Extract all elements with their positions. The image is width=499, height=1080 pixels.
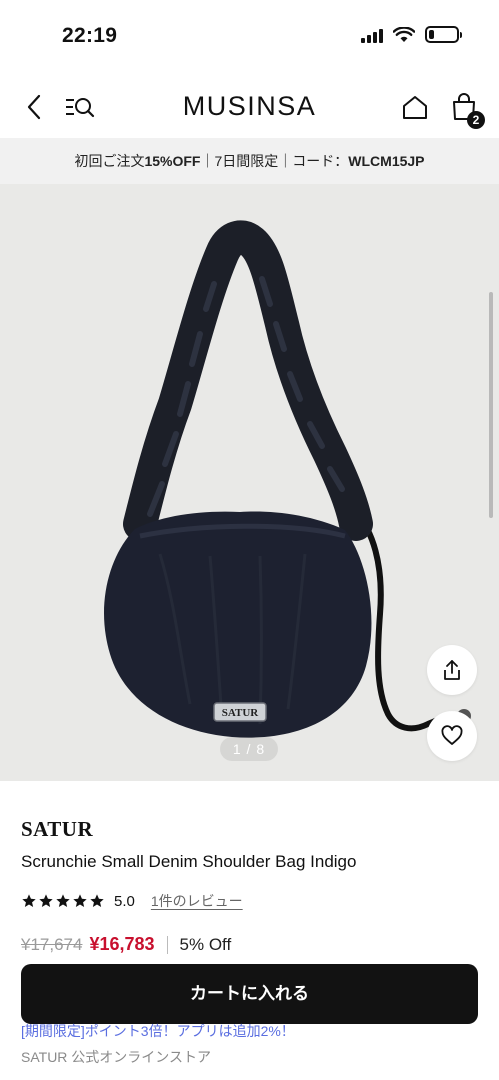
promo-banner[interactable]: 初回ご注文 15%OFF ｜7日間限定｜コード： WLCM15JP xyxy=(0,138,499,184)
add-to-cart-button[interactable]: カートに入れる xyxy=(21,964,478,1024)
status-icons xyxy=(361,26,462,43)
scrollbar[interactable] xyxy=(489,292,493,518)
star-icon xyxy=(22,894,36,907)
battery-icon xyxy=(425,26,462,43)
product-image-gallery[interactable]: SATUR 1 / 8 xyxy=(0,184,499,781)
home-icon xyxy=(403,96,427,119)
star-icon xyxy=(56,894,70,907)
star-icon xyxy=(73,894,87,907)
status-time: 22:19 xyxy=(62,24,118,47)
star-icon xyxy=(90,894,104,907)
original-price: ¥17,674 xyxy=(21,934,83,954)
promo-note-link[interactable]: [期間限定]ポイント3倍！アプリは追加2%！ xyxy=(21,1021,295,1041)
home-button[interactable] xyxy=(398,90,432,124)
app-header: MUSINSA 2 xyxy=(0,76,499,138)
sale-price: ¥16,783 xyxy=(89,934,155,954)
share-button[interactable] xyxy=(427,645,477,695)
promo-code: WLCM15JP xyxy=(348,153,425,169)
product-title: Scrunchie Small Denim Shoulder Bag Indig… xyxy=(21,852,357,871)
favorite-button[interactable] xyxy=(427,711,477,761)
promo-highlight: 15%OFF xyxy=(144,153,201,169)
cart-button[interactable]: 2 xyxy=(447,90,485,129)
status-bar: 22:19 xyxy=(0,0,499,76)
promo-text-part1: 初回ご注文 xyxy=(74,153,145,169)
promo-text-part2: ｜7日間限定｜コード： xyxy=(200,153,349,169)
review-link[interactable]: 1件のレビュー xyxy=(151,891,243,911)
brand-name[interactable]: SATUR xyxy=(21,817,93,842)
share-icon xyxy=(444,660,460,680)
star-icon xyxy=(39,894,53,907)
discount-rate: 5% Off xyxy=(179,934,232,954)
wifi-icon xyxy=(393,26,415,42)
bag-logo-plate-text: SATUR xyxy=(222,707,260,719)
rating-value: 5.0 xyxy=(114,892,135,910)
store-name[interactable]: SATUR 公式オンラインストア xyxy=(21,1047,211,1067)
product-photo: SATUR xyxy=(104,220,471,738)
price-row: ¥17,674 ¥16,783 5% Off xyxy=(21,934,231,955)
price-divider xyxy=(166,935,168,954)
heart-icon xyxy=(441,725,463,745)
rating-row: 5.0 1件のレビュー xyxy=(21,891,243,911)
cart-count-badge: 2 xyxy=(467,111,485,129)
cellular-signal-icon xyxy=(361,27,383,43)
rating-stars xyxy=(21,893,105,909)
battery-level xyxy=(429,30,435,39)
image-counter: 1 / 8 xyxy=(220,737,278,761)
